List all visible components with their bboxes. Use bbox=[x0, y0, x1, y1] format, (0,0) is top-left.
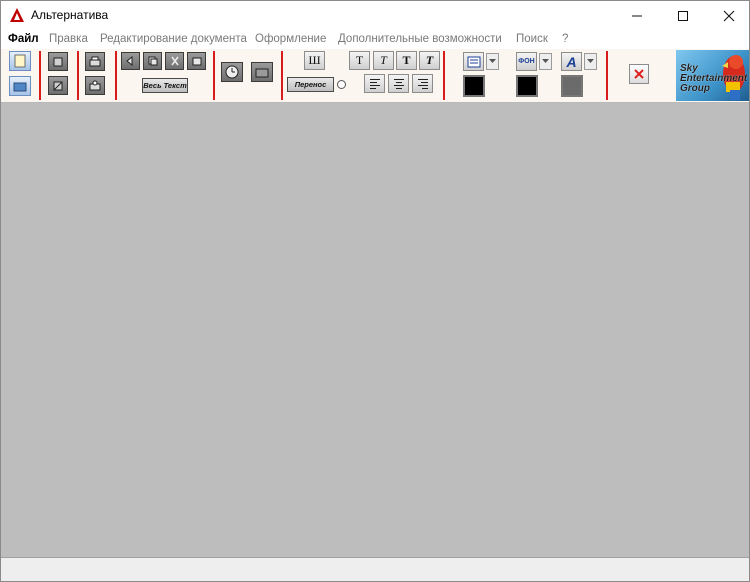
font-color-button[interactable]: A bbox=[561, 52, 582, 71]
title-bar: Альтернатива bbox=[1, 1, 749, 30]
select-all-text-button[interactable]: Весь Текст bbox=[142, 78, 188, 93]
close-document-button[interactable] bbox=[629, 64, 649, 84]
font-italic-button[interactable]: T bbox=[373, 51, 394, 70]
app-logo-icon bbox=[10, 8, 24, 22]
menu-edit[interactable]: Правка bbox=[49, 33, 88, 45]
menu-help[interactable]: ? bbox=[562, 33, 568, 45]
close-document-icon bbox=[634, 69, 644, 79]
align-right-button[interactable] bbox=[412, 74, 433, 93]
toolbar-separator bbox=[443, 51, 445, 100]
company-logo: Sky Entertainment Group bbox=[676, 50, 749, 101]
font-bold-italic-button[interactable]: T bbox=[419, 51, 440, 70]
close-window-button[interactable] bbox=[706, 1, 749, 30]
logo-text-line: Group bbox=[680, 83, 710, 94]
page-color-button[interactable] bbox=[463, 52, 484, 71]
paste-icon bbox=[192, 57, 201, 66]
open-folder-icon bbox=[13, 82, 27, 92]
cut-icon bbox=[170, 56, 179, 66]
align-center-button[interactable] bbox=[388, 74, 409, 93]
print-button[interactable] bbox=[85, 52, 105, 71]
toolbar-separator bbox=[77, 51, 79, 100]
save-as-button[interactable] bbox=[48, 76, 68, 95]
status-bar bbox=[1, 557, 749, 581]
close-icon bbox=[723, 10, 735, 21]
wrap-radio[interactable] bbox=[337, 80, 346, 89]
font-normal-button[interactable]: T bbox=[349, 51, 370, 70]
toolbar-separator bbox=[39, 51, 41, 100]
maximize-button[interactable] bbox=[660, 1, 706, 30]
align-left-icon bbox=[369, 79, 380, 89]
chevron-down-icon bbox=[542, 59, 549, 63]
toolbar-separator bbox=[606, 51, 608, 100]
font-bold-button[interactable]: T bbox=[396, 51, 417, 70]
align-right-icon bbox=[417, 79, 428, 89]
new-document-button[interactable] bbox=[9, 51, 31, 71]
undo-icon bbox=[125, 56, 132, 66]
menu-formatting[interactable]: Оформление bbox=[255, 33, 326, 45]
folder-icon bbox=[255, 68, 269, 78]
print-preview-button[interactable] bbox=[85, 76, 105, 95]
new-document-icon bbox=[14, 54, 26, 68]
background-color-label: ФОН bbox=[518, 58, 535, 65]
maximize-icon bbox=[678, 10, 688, 21]
background-color-swatch[interactable] bbox=[516, 75, 538, 97]
toolbar-separator bbox=[281, 51, 283, 100]
background-color-button[interactable]: ФОН bbox=[516, 52, 537, 71]
align-left-button[interactable] bbox=[364, 74, 385, 93]
page-color-icon bbox=[467, 56, 480, 67]
copy-button[interactable] bbox=[143, 52, 162, 70]
undo-button[interactable] bbox=[121, 52, 140, 70]
font-bold-italic-label: T bbox=[425, 53, 434, 67]
open-document-button[interactable] bbox=[9, 76, 31, 96]
font-italic-label: T bbox=[380, 53, 387, 67]
clock-button[interactable] bbox=[221, 62, 243, 82]
chevron-down-icon bbox=[587, 59, 594, 63]
paste-button[interactable] bbox=[187, 52, 206, 70]
menu-file[interactable]: Файл bbox=[8, 33, 39, 45]
page-color-swatch[interactable] bbox=[463, 75, 485, 97]
font-color-dropdown[interactable] bbox=[584, 53, 597, 70]
chevron-down-icon bbox=[489, 59, 496, 63]
word-wrap-button[interactable]: Перенос bbox=[287, 77, 334, 92]
open-file-button[interactable] bbox=[251, 62, 273, 82]
menu-extra-features[interactable]: Дополнительные возможности bbox=[338, 33, 502, 45]
font-color-label: A bbox=[566, 53, 577, 70]
cut-button[interactable] bbox=[165, 52, 184, 70]
logo-text: Sky Entertainment Group bbox=[680, 64, 747, 94]
app-window: Альтернатива Файл Правка Редактирование … bbox=[0, 0, 750, 582]
menu-bar: Файл Правка Редактирование документа Офо… bbox=[1, 30, 749, 49]
toolbar-separator bbox=[213, 51, 215, 100]
window-title: Альтернатива bbox=[31, 8, 109, 22]
toolbar-separator bbox=[115, 51, 117, 100]
strikeout-label: Ш bbox=[308, 53, 321, 67]
align-center-icon bbox=[393, 79, 404, 89]
font-normal-label: T bbox=[355, 53, 364, 67]
menu-document-editing[interactable]: Редактирование документа bbox=[100, 33, 247, 45]
save-as-icon bbox=[53, 81, 63, 90]
minimize-button[interactable] bbox=[614, 1, 660, 30]
document-workspace[interactable] bbox=[1, 103, 749, 557]
font-bold-label: T bbox=[402, 53, 411, 67]
copy-icon bbox=[148, 56, 157, 66]
save-icon bbox=[53, 57, 63, 66]
menu-search[interactable]: Поиск bbox=[516, 33, 548, 45]
minimize-icon bbox=[632, 15, 642, 16]
page-color-dropdown[interactable] bbox=[486, 53, 499, 70]
print-preview-icon bbox=[89, 80, 101, 90]
font-color-swatch[interactable] bbox=[561, 75, 583, 97]
strikeout-button[interactable]: Ш bbox=[304, 51, 325, 70]
save-button[interactable] bbox=[48, 52, 68, 71]
background-color-dropdown[interactable] bbox=[539, 53, 552, 70]
printer-icon bbox=[89, 56, 101, 66]
clock-icon bbox=[225, 65, 239, 79]
